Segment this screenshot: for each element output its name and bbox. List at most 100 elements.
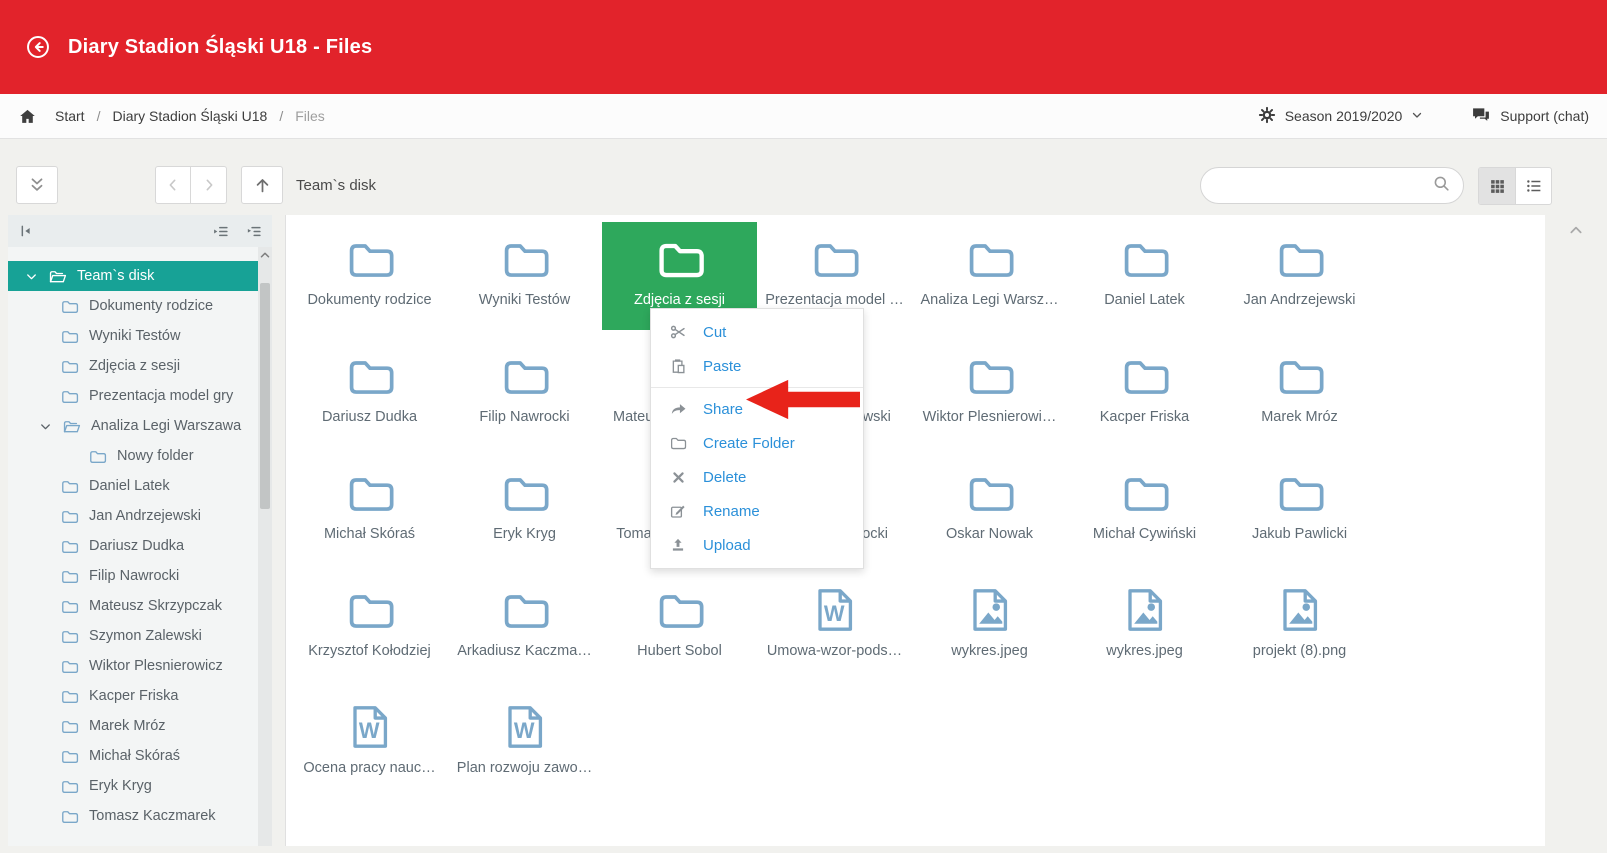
grid-folder-item[interactable]: Kacper Friska xyxy=(1067,339,1222,447)
sidebar-item[interactable]: Team`s disk xyxy=(8,261,258,291)
page-title: Diary Stadion Śląski U18 - Files xyxy=(68,36,372,59)
context-menu-item-label: Share xyxy=(703,401,743,418)
folder-icon xyxy=(60,357,79,376)
grid-file-item[interactable]: wykres.jpeg xyxy=(912,573,1067,681)
grid-folder-item[interactable]: Arkadiusz Kaczma… xyxy=(447,573,602,681)
sidebar-item[interactable]: Jan Andrzejewski xyxy=(8,501,258,531)
support-chat-link[interactable]: Support (chat) xyxy=(1471,105,1589,128)
sidebar-item-label: Kacper Friska xyxy=(89,688,178,704)
folder-icon xyxy=(344,349,396,403)
expand-all-icon[interactable] xyxy=(245,223,262,240)
grid-folder-item[interactable]: Wiktor Plesnierowi… xyxy=(912,339,1067,447)
grid-item-label: Arkadiusz Kaczma… xyxy=(457,643,592,659)
search-icon[interactable] xyxy=(1432,174,1451,198)
folder-icon xyxy=(60,477,79,496)
context-menu-item-delete[interactable]: Delete xyxy=(651,460,863,494)
grid-folder-item[interactable]: Dariusz Dudka xyxy=(292,339,447,447)
grid-folder-item[interactable]: Eryk Kryg xyxy=(447,456,602,564)
grid-folder-item[interactable]: Hubert Sobol xyxy=(602,573,757,681)
sidebar-item-label: Szymon Zalewski xyxy=(89,628,202,644)
sidebar-item[interactable]: Dokumenty rodzice xyxy=(8,291,258,321)
context-menu-item-create-folder[interactable]: Create Folder xyxy=(651,426,863,460)
sidebar-item[interactable]: Michał Skóraś xyxy=(8,741,258,771)
grid-folder-item[interactable]: Marek Mróz xyxy=(1222,339,1377,447)
nav-forward-button[interactable] xyxy=(191,166,227,204)
sidebar-item-label: Mateusz Skrzypczak xyxy=(89,598,222,614)
scroll-up-icon[interactable] xyxy=(258,249,272,261)
sidebar-item[interactable]: Zdjęcia z sesji xyxy=(8,351,258,381)
sidebar-item[interactable]: Mateusz Skrzypczak xyxy=(8,591,258,621)
context-menu-item-upload[interactable]: Upload xyxy=(651,528,863,562)
context-menu-item-rename[interactable]: Rename xyxy=(651,494,863,528)
sidebar-item[interactable]: Wyniki Testów xyxy=(8,321,258,351)
context-menu-item-label: Delete xyxy=(703,469,746,486)
sidebar-scrollbar[interactable] xyxy=(258,247,272,846)
nav-back-button[interactable] xyxy=(155,166,191,204)
grid-folder-item[interactable]: Jan Andrzejewski xyxy=(1222,222,1377,330)
grid-file-item[interactable]: WUmowa-wzor-pods… xyxy=(757,573,912,681)
folder-icon xyxy=(60,537,79,556)
tree-caret-icon[interactable] xyxy=(24,269,42,284)
context-menu-item-cut[interactable]: Cut xyxy=(651,315,863,349)
sidebar-item[interactable]: Analiza Legi Warszawa xyxy=(8,411,258,441)
sidebar-item[interactable]: Kacper Friska xyxy=(8,681,258,711)
up-directory-button[interactable] xyxy=(241,166,283,204)
grid-file-item[interactable]: projekt (8).png xyxy=(1222,573,1377,681)
grid-folder-item[interactable]: Michał Cywiński xyxy=(1067,456,1222,564)
folder-icon xyxy=(60,807,79,826)
sidebar-item-label: Dariusz Dudka xyxy=(89,538,184,554)
grid-file-item[interactable]: WOcena pracy nauc… xyxy=(292,690,447,798)
folder-icon xyxy=(809,232,861,286)
grid-folder-item[interactable]: Krzysztof Kołodziej xyxy=(292,573,447,681)
sidebar-item[interactable]: Daniel Latek xyxy=(8,471,258,501)
context-menu-divider xyxy=(651,387,863,388)
home-icon[interactable] xyxy=(18,107,37,126)
sidebar-header xyxy=(8,215,272,247)
gear-icon xyxy=(1258,106,1276,127)
back-circle-icon[interactable] xyxy=(25,34,51,60)
content-scroll-up-icon[interactable] xyxy=(1568,222,1584,243)
sidebar-item-label: Marek Mróz xyxy=(89,718,166,734)
grid-file-item[interactable]: wykres.jpeg xyxy=(1067,573,1222,681)
folder-icon xyxy=(60,567,79,586)
sidebar-item[interactable]: Szymon Zalewski xyxy=(8,621,258,651)
scrollbar-thumb[interactable] xyxy=(260,283,270,509)
sidebar-item[interactable]: Eryk Kryg xyxy=(8,771,258,801)
sidebar-item[interactable]: Prezentacja model gry xyxy=(8,381,258,411)
sidebar-item[interactable]: Tomasz Kaczmarek xyxy=(8,801,258,831)
grid-item-label: Prezentacja model … xyxy=(765,292,904,308)
grid-file-item[interactable]: WPlan rozwoju zawo… xyxy=(447,690,602,798)
grid-folder-item[interactable]: Filip Nawrocki xyxy=(447,339,602,447)
season-selector[interactable]: Season 2019/2020 xyxy=(1258,106,1424,127)
folder-icon xyxy=(667,434,689,452)
grid-folder-item[interactable]: Analiza Legi Warsz… xyxy=(912,222,1067,330)
grid-view-button[interactable] xyxy=(1479,168,1515,204)
folder-icon xyxy=(1274,349,1326,403)
context-menu-item-paste[interactable]: Paste xyxy=(651,349,863,383)
grid-folder-item[interactable]: Daniel Latek xyxy=(1067,222,1222,330)
sidebar-item[interactable]: Marek Mróz xyxy=(8,711,258,741)
collapse-sidebar-icon[interactable] xyxy=(18,223,34,239)
grid-item-label: Zdjęcia z sesji xyxy=(634,292,725,308)
grid-folder-item[interactable]: Michał Skóraś xyxy=(292,456,447,564)
collapse-all-icon[interactable] xyxy=(212,223,229,240)
svg-text:W: W xyxy=(358,718,379,743)
breadcrumb-item[interactable]: Diary Stadion Śląski U18 xyxy=(112,108,267,124)
sidebar-item[interactable]: Filip Nawrocki xyxy=(8,561,258,591)
breadcrumb-item[interactable]: Start xyxy=(55,108,85,124)
sidebar-item[interactable]: Wiktor Plesnierowicz xyxy=(8,651,258,681)
scissors-icon xyxy=(667,323,689,341)
grid-folder-item[interactable]: Dokumenty rodzice xyxy=(292,222,447,330)
grid-folder-item[interactable]: Jakub Pawlicki xyxy=(1222,456,1377,564)
grid-folder-item[interactable]: Oskar Nowak xyxy=(912,456,1067,564)
tree-caret-icon[interactable] xyxy=(38,419,56,434)
sidebar-item[interactable]: Nowy folder xyxy=(8,441,258,471)
search-input[interactable] xyxy=(1217,177,1432,195)
grid-folder-item[interactable]: Wyniki Testów xyxy=(447,222,602,330)
grid-item-label: Analiza Legi Warsz… xyxy=(920,292,1058,308)
list-view-button[interactable] xyxy=(1515,168,1551,204)
sidebar-item-label: Analiza Legi Warszawa xyxy=(91,418,241,434)
sidebar-item[interactable]: Dariusz Dudka xyxy=(8,531,258,561)
toolbar-collapse-button[interactable] xyxy=(16,166,58,204)
folder-icon xyxy=(654,232,706,286)
